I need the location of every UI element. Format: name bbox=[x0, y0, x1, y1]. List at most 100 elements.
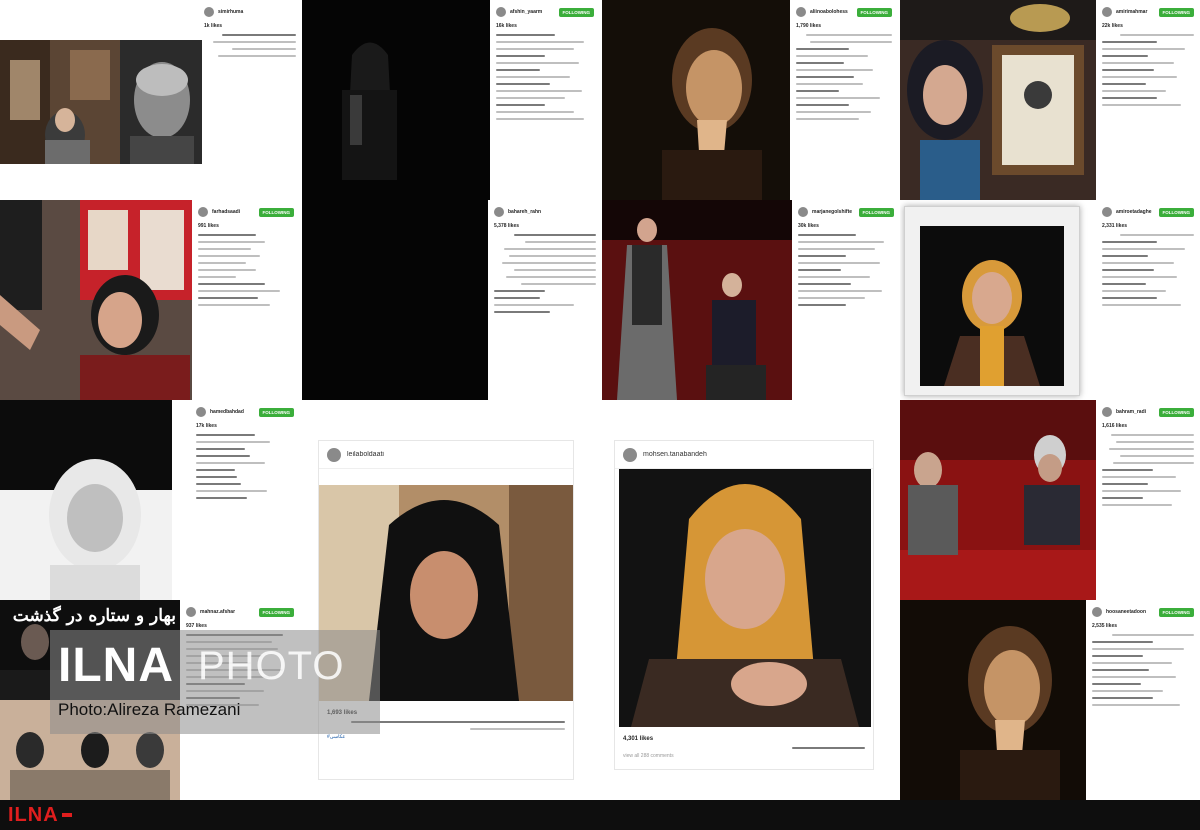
likes-count: 991 likes bbox=[198, 223, 219, 229]
tile-4-post-header: amirimahmar FOLLOWING bbox=[1102, 4, 1194, 20]
likes-count: 1k likes bbox=[204, 23, 223, 29]
following-button[interactable]: FOLLOWING bbox=[558, 7, 594, 17]
username[interactable]: bahram_radi bbox=[1116, 409, 1155, 415]
tile-7-post-panel: marjanegolshifte FOLLOWING 30k likes bbox=[792, 200, 900, 400]
collage-tile-3: aliinoabolohess FOLLOWING 1,790 likes bbox=[602, 0, 898, 200]
avatar bbox=[623, 447, 637, 462]
photo-woman-white-scarf-bw bbox=[0, 400, 172, 600]
avatar bbox=[186, 607, 196, 617]
username[interactable]: marjanegolshifte bbox=[812, 209, 855, 215]
avatar bbox=[798, 207, 808, 217]
tile-4-post-panel: amirimahmar FOLLOWING 22k likes bbox=[1096, 0, 1200, 200]
likes-count: 937 likes bbox=[186, 623, 207, 629]
tile-12-post-panel: bahram_radi FOLLOWING 1,616 likes bbox=[1096, 400, 1200, 600]
watermark-brand: ILNA bbox=[58, 639, 174, 692]
tile-13-post-header: mahnaz.afshar FOLLOWING bbox=[186, 604, 294, 620]
view-comments-link[interactable]: view all 288 comments bbox=[623, 753, 865, 759]
collage-tile-2: afshin_yaarm FOLLOWING 16k likes bbox=[302, 0, 600, 200]
likes-count: 1,616 likes bbox=[1102, 423, 1128, 429]
tile-7-post-header: marjanegolshifte FOLLOWING bbox=[798, 204, 894, 220]
tile-2-post-header: afshin_yaarm FOLLOWING bbox=[496, 4, 594, 20]
avatar bbox=[1092, 607, 1102, 617]
collage-tile-6: bahareh_rahn 5,378 likes bbox=[302, 200, 602, 400]
tile-12-post-header: bahram_radi FOLLOWING bbox=[1102, 404, 1194, 420]
tile-3-post-header: aliinoabolohess FOLLOWING bbox=[796, 4, 892, 20]
likes-count: 5,378 likes bbox=[494, 223, 520, 229]
avatar bbox=[198, 207, 208, 217]
photo-elderly-man-portrait bbox=[120, 40, 202, 164]
collage-tile-12: bahram_radi FOLLOWING 1,616 likes bbox=[900, 400, 1200, 600]
collage-tile-5: farhadsaadi FOLLOWING 991 likes bbox=[0, 200, 300, 400]
ilna-logo: ILNA bbox=[8, 804, 59, 826]
likes-count: 30k likes bbox=[798, 223, 819, 229]
likes-count: 1,790 likes bbox=[796, 23, 822, 29]
username[interactable]: hoosaneetadoon bbox=[1106, 609, 1155, 615]
username[interactable]: mahnaz.afshar bbox=[200, 609, 255, 615]
avatar bbox=[496, 7, 506, 17]
photo-stage-woman-and-man bbox=[602, 200, 792, 400]
following-button[interactable]: FOLLOWING bbox=[258, 407, 294, 417]
post-header: mohsen.tanabandeh bbox=[615, 441, 873, 469]
avatar bbox=[796, 7, 806, 17]
avatar bbox=[327, 447, 341, 462]
following-button[interactable]: FOLLOWING bbox=[258, 607, 294, 617]
username[interactable]: mohsen.tanabandeh bbox=[643, 451, 865, 458]
tile-1-header: simirhuma 1k likes bbox=[200, 0, 300, 200]
logo-arrow-icon bbox=[62, 813, 72, 817]
following-button[interactable]: FOLLOWING bbox=[1158, 207, 1194, 217]
post-hashtag[interactable]: #عکاسی bbox=[327, 734, 565, 740]
likes-count: 22k likes bbox=[1102, 23, 1123, 29]
collage-tile-9: hamedbahdad FOLLOWING 17k likes bbox=[0, 400, 300, 600]
likes-count: 17k likes bbox=[196, 423, 217, 429]
tile-8-post-panel: amiroetadaghe FOLLOWING 2,331 likes bbox=[1096, 200, 1200, 400]
username[interactable]: amirimahmar bbox=[1116, 9, 1155, 15]
likes-count: 4,301 likes bbox=[623, 736, 654, 742]
tile-5-post-header: farhadsaadi FOLLOWING bbox=[198, 204, 294, 220]
username[interactable]: aliinoabolohess bbox=[810, 9, 853, 15]
tile-14-post-header: hoosaneetadoon FOLLOWING bbox=[1092, 604, 1194, 620]
username[interactable]: amiroetadaghe bbox=[1116, 209, 1155, 215]
following-button[interactable]: FOLLOWING bbox=[1158, 407, 1194, 417]
following-button[interactable]: FOLLOWING bbox=[858, 207, 894, 217]
photo-black-frame bbox=[302, 200, 488, 400]
ilna-photo-watermark: ILNA PHOTO Photo:Alireza Ramezani bbox=[50, 630, 380, 734]
following-button[interactable]: FOLLOWING bbox=[856, 7, 892, 17]
likes-count: 2,331 likes bbox=[1102, 223, 1128, 229]
avatar bbox=[1102, 407, 1112, 417]
likes-count: 2,535 likes bbox=[1092, 623, 1118, 629]
instagram-post-card-2: mohsen.tanabandeh 4,301 likes view all 2… bbox=[614, 440, 874, 770]
post-header: leilaboldaati bbox=[319, 441, 573, 469]
collage-tile-8: amiroetadaghe FOLLOWING 2,331 likes bbox=[900, 200, 1200, 400]
username[interactable]: farhadsaadi bbox=[212, 209, 255, 215]
footer-bar: ILNA bbox=[0, 800, 1200, 830]
watermark-photo-label: PHOTO bbox=[198, 644, 345, 688]
avatar bbox=[494, 207, 504, 217]
username[interactable]: bahareh_rahn bbox=[508, 209, 596, 215]
tile-8-post-header: amiroetadaghe FOLLOWING bbox=[1102, 204, 1194, 220]
collage-tile-4: amirimahmar FOLLOWING 22k likes bbox=[900, 0, 1200, 200]
username[interactable]: simirhuma bbox=[218, 9, 296, 15]
photo-woman-hands-pressed-sepia-2 bbox=[900, 600, 1086, 800]
avatar bbox=[204, 7, 214, 17]
photo-woman-holding-award bbox=[900, 0, 1096, 200]
tile-1-post-header: simirhuma bbox=[204, 4, 296, 20]
photo-woman-hands-pressed-sepia bbox=[602, 0, 790, 200]
username[interactable]: leilaboldaati bbox=[347, 451, 565, 458]
following-button[interactable]: FOLLOWING bbox=[1158, 607, 1194, 617]
username[interactable]: hamedbahdad bbox=[210, 409, 255, 415]
avatar bbox=[1102, 7, 1112, 17]
photo-woman-glasses-posters bbox=[0, 40, 120, 164]
tile-9-post-panel: hamedbahdad FOLLOWING 17k likes bbox=[190, 400, 300, 600]
collage-tile-14: hoosaneetadoon FOLLOWING 2,535 likes bbox=[900, 600, 1200, 800]
tile-6-post-header: bahareh_rahn bbox=[494, 204, 596, 220]
tile-14-post-panel: hoosaneetadoon FOLLOWING 2,535 likes bbox=[1086, 600, 1200, 800]
collage-tile-1: simirhuma 1k likes bbox=[0, 0, 300, 200]
username[interactable]: afshin_yaarm bbox=[510, 9, 555, 15]
following-button[interactable]: FOLLOWING bbox=[258, 207, 294, 217]
photo-woman-orange-scarf-smiling bbox=[619, 469, 871, 727]
tile-5-post-panel: farhadsaadi FOLLOWING 991 likes bbox=[192, 200, 300, 400]
following-button[interactable]: FOLLOWING bbox=[1158, 7, 1194, 17]
likes-count: 16k likes bbox=[496, 23, 517, 29]
tile-2-post-panel: afshin_yaarm FOLLOWING 16k likes bbox=[490, 0, 600, 200]
collage-tile-7: marjanegolshifte FOLLOWING 30k likes bbox=[602, 200, 900, 400]
